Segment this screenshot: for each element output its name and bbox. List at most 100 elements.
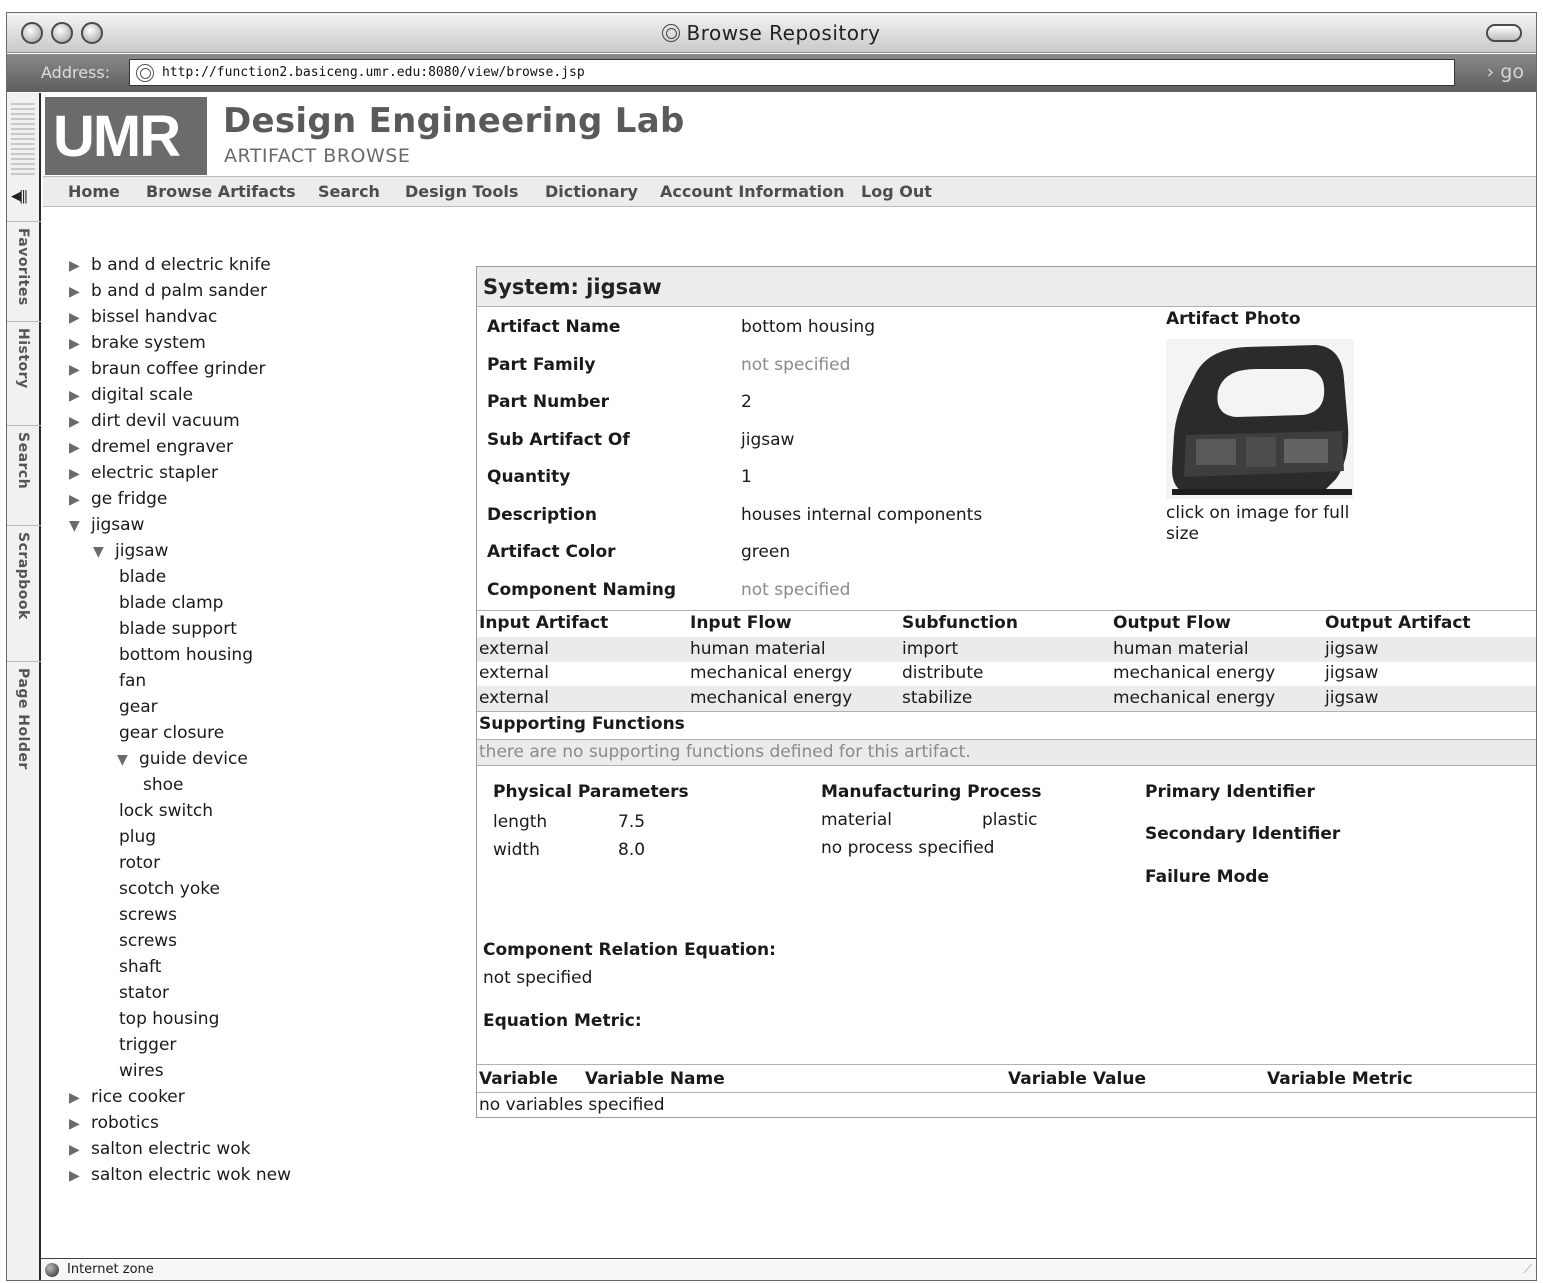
tree-node-label[interactable]: robotics <box>91 1113 159 1133</box>
expanded-triangle-icon[interactable]: ▼ <box>117 752 139 768</box>
tree-node[interactable]: plug <box>119 827 156 847</box>
tree-node[interactable]: rotor <box>119 853 160 873</box>
tree-node-label[interactable]: guide device <box>139 749 248 769</box>
go-button[interactable]: › go <box>1487 61 1524 83</box>
tree-node-label[interactable]: shaft <box>119 957 161 977</box>
tree-node[interactable]: top housing <box>119 1009 219 1029</box>
tree-node-label[interactable]: ge fridge <box>91 489 167 509</box>
tree-node-label[interactable]: blade <box>119 567 166 587</box>
tree-node-label[interactable]: bottom housing <box>119 645 253 665</box>
tree-node[interactable]: ▶ b and d electric knife <box>69 255 271 275</box>
tree-node-label[interactable]: dremel engraver <box>91 437 233 457</box>
tree-node-label[interactable]: jigsaw <box>91 515 144 535</box>
tree-node-label[interactable]: rice cooker <box>91 1087 185 1107</box>
tree-node[interactable]: bottom housing <box>119 645 253 665</box>
drawer-grip[interactable] <box>11 103 35 175</box>
tree-node-label[interactable]: brake system <box>91 333 206 353</box>
tree-node[interactable]: ▶ digital scale <box>69 385 193 405</box>
tree-node[interactable]: ▶ salton electric wok <box>69 1139 251 1159</box>
tree-node-label[interactable]: gear closure <box>119 723 224 743</box>
tree-node[interactable]: shaft <box>119 957 161 977</box>
artifact-photo[interactable] <box>1166 339 1354 499</box>
tree-node[interactable]: stator <box>119 983 169 1003</box>
tree-node[interactable]: ▶ rice cooker <box>69 1087 185 1107</box>
tree-node-label[interactable]: b and d palm sander <box>91 281 267 301</box>
collapsed-triangle-icon[interactable]: ▶ <box>69 388 91 404</box>
nav-dictionary[interactable]: Dictionary <box>545 182 638 201</box>
tree-node-label[interactable]: trigger <box>119 1035 176 1055</box>
tree-node-label[interactable]: wires <box>119 1061 164 1081</box>
tree-node-label[interactable]: blade support <box>119 619 237 639</box>
tree-node-label[interactable]: top housing <box>119 1009 219 1029</box>
nav-browse-artifacts[interactable]: Browse Artifacts <box>146 182 296 201</box>
nav-account-information[interactable]: Account Information <box>660 182 845 201</box>
collapsed-triangle-icon[interactable]: ▶ <box>69 440 91 456</box>
tree-node[interactable]: ▶ bissel handvac <box>69 307 217 327</box>
address-url[interactable]: http://function2.basiceng.umr.edu:8080/v… <box>162 65 585 80</box>
tree-node[interactable]: trigger <box>119 1035 176 1055</box>
tree-node[interactable]: ▼ jigsaw <box>93 541 168 561</box>
tree-node-label[interactable]: scotch yoke <box>119 879 220 899</box>
expanded-triangle-icon[interactable]: ▼ <box>93 544 115 560</box>
tree-node-label[interactable]: screws <box>119 931 177 951</box>
drawer-tab-page-holder[interactable]: Page Holder <box>7 661 41 801</box>
collapsed-triangle-icon[interactable]: ▶ <box>69 310 91 326</box>
collapsed-triangle-icon[interactable]: ▶ <box>69 1116 91 1132</box>
tree-node[interactable]: ▶ dirt devil vacuum <box>69 411 240 431</box>
tree-node[interactable]: ▶ dremel engraver <box>69 437 233 457</box>
nav-log-out[interactable]: Log Out <box>861 182 932 201</box>
tree-node[interactable]: gear <box>119 697 158 717</box>
jigsaw-housing-image[interactable] <box>1166 339 1354 499</box>
tree-node-label[interactable]: plug <box>119 827 156 847</box>
tree-node-label[interactable]: gear <box>119 697 158 717</box>
tree-node[interactable]: blade <box>119 567 166 587</box>
tree-node-label[interactable]: jigsaw <box>115 541 168 561</box>
tree-node-label[interactable]: salton electric wok new <box>91 1165 291 1185</box>
tree-node[interactable]: ▶ salton electric wok new <box>69 1165 291 1185</box>
drawer-tab-favorites[interactable]: Favorites <box>7 221 41 321</box>
tree-node-label[interactable]: digital scale <box>91 385 193 405</box>
tree-node-label[interactable]: dirt devil vacuum <box>91 411 240 431</box>
collapsed-triangle-icon[interactable]: ▶ <box>69 1142 91 1158</box>
tree-node[interactable]: fan <box>119 671 146 691</box>
collapsed-triangle-icon[interactable]: ▶ <box>69 362 91 378</box>
tree-node-label[interactable]: shoe <box>143 775 184 795</box>
nav-search[interactable]: Search <box>318 182 380 201</box>
expanded-triangle-icon[interactable]: ▼ <box>69 518 91 534</box>
tree-node[interactable]: ▼ jigsaw <box>69 515 144 535</box>
drawer-tab-search[interactable]: Search <box>7 425 41 525</box>
nav-home[interactable]: Home <box>68 182 120 201</box>
tree-node[interactable]: ▶ braun coffee grinder <box>69 359 265 379</box>
drawer-tab-scrapbook[interactable]: Scrapbook <box>7 525 41 661</box>
collapsed-triangle-icon[interactable]: ▶ <box>69 466 91 482</box>
tree-node[interactable]: lock switch <box>119 801 213 821</box>
collapse-drawer-icon[interactable]: ◀||| <box>11 189 28 204</box>
tree-node[interactable]: gear closure <box>119 723 224 743</box>
tree-node[interactable]: ▶ b and d palm sander <box>69 281 267 301</box>
tree-node-label[interactable]: electric stapler <box>91 463 218 483</box>
tree-node[interactable]: scotch yoke <box>119 879 220 899</box>
tree-node-label[interactable]: blade clamp <box>119 593 223 613</box>
collapsed-triangle-icon[interactable]: ▶ <box>69 284 91 300</box>
tree-node-label[interactable]: bissel handvac <box>91 307 217 327</box>
collapsed-triangle-icon[interactable]: ▶ <box>69 1168 91 1184</box>
tree-node[interactable]: ▶ brake system <box>69 333 206 353</box>
tree-node-label[interactable]: screws <box>119 905 177 925</box>
drawer-tab-history[interactable]: History <box>7 321 41 425</box>
collapsed-triangle-icon[interactable]: ▶ <box>69 336 91 352</box>
tree-node[interactable]: ▶ robotics <box>69 1113 159 1133</box>
collapsed-triangle-icon[interactable]: ▶ <box>69 258 91 274</box>
collapsed-triangle-icon[interactable]: ▶ <box>69 1090 91 1106</box>
collapsed-triangle-icon[interactable]: ▶ <box>69 414 91 430</box>
tree-node[interactable]: ▶ electric stapler <box>69 463 218 483</box>
tree-node[interactable]: ▶ ge fridge <box>69 489 167 509</box>
tree-node[interactable]: screws <box>119 905 177 925</box>
tree-node-label[interactable]: stator <box>119 983 169 1003</box>
tree-node-label[interactable]: fan <box>119 671 146 691</box>
nav-design-tools[interactable]: Design Tools <box>405 182 518 201</box>
address-field[interactable]: http://function2.basiceng.umr.edu:8080/v… <box>129 59 1455 86</box>
tree-node[interactable]: blade support <box>119 619 237 639</box>
tree-node-label[interactable]: braun coffee grinder <box>91 359 265 379</box>
tree-node[interactable]: ▼ guide device <box>117 749 248 769</box>
tree-node-label[interactable]: rotor <box>119 853 160 873</box>
